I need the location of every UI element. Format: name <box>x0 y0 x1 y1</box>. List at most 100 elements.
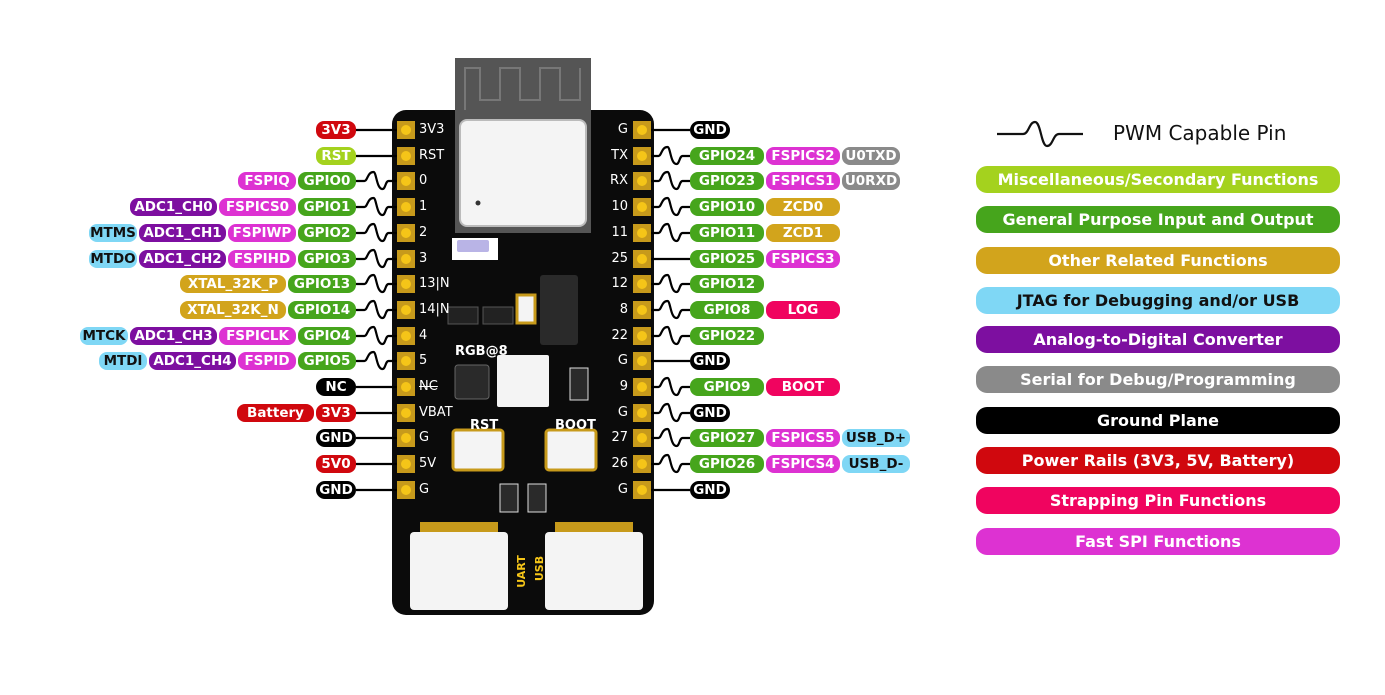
pin-label-other: ZCD0 <box>766 198 840 216</box>
silk-usb: USB <box>533 555 547 582</box>
pwm-wave-icon <box>356 350 397 371</box>
pin-label-strapping: BOOT <box>766 378 840 396</box>
pin-pad <box>633 224 651 242</box>
pin-label-ground: GND <box>690 352 730 370</box>
silk-pin-label: NC <box>419 379 438 394</box>
pwm-wave-icon <box>356 273 397 294</box>
pin-pad <box>633 481 651 499</box>
pin-label-ground: GND <box>690 404 730 422</box>
pin-pad <box>397 198 415 216</box>
silk-pin-label: 12 <box>611 276 628 291</box>
pin-label-power: 3V3 <box>316 404 356 422</box>
pin-pad <box>633 147 651 165</box>
pin-label-adc: ADC1_CH2 <box>139 250 226 268</box>
pin-pad <box>397 121 415 139</box>
pin-pad <box>397 224 415 242</box>
pin-pad <box>633 172 651 190</box>
pin-label-gpio: GPIO11 <box>690 224 764 242</box>
silk-pin-label: 27 <box>611 430 628 445</box>
diode <box>515 293 537 325</box>
pin-label-gpio: GPIO2 <box>298 224 356 242</box>
pin-label-fspi: FSPIWP <box>228 224 296 242</box>
pin-pad <box>397 481 415 499</box>
pwm-wave-icon <box>356 325 397 346</box>
pwm-wave-icon <box>356 196 397 217</box>
pin-label-gpio: GPIO1 <box>298 198 356 216</box>
pin-label-other: XTAL_32K_P <box>180 275 286 293</box>
module-dot <box>475 200 481 206</box>
pin-label-serial: U0RXD <box>842 172 900 190</box>
pin-label-misc: RST <box>316 147 356 165</box>
pin-label-power: Battery <box>237 404 314 422</box>
pin-pad <box>397 301 415 319</box>
usb-c-uart-pins <box>420 522 498 532</box>
silk-rgb: RGB@8 <box>455 344 508 359</box>
pin-pad <box>397 147 415 165</box>
pin-pad <box>633 301 651 319</box>
pin-label-strapping: LOG <box>766 301 840 319</box>
legend-item-misc: Miscellaneous/Secondary Functions <box>976 166 1340 193</box>
boot-button[interactable] <box>544 428 598 472</box>
sticker-label <box>457 240 489 252</box>
pin-pad <box>633 455 651 473</box>
sot-chip-right <box>482 306 514 325</box>
silk-pin-label: 4 <box>419 328 428 343</box>
pwm-wave-icon <box>651 196 690 217</box>
pin-label-fspi: FSPID <box>238 352 296 370</box>
usb-c-usb-port[interactable] <box>545 532 643 610</box>
pin-pad <box>397 429 415 447</box>
silk-pin-label: G <box>617 405 628 420</box>
pwm-wave-icon <box>651 170 690 191</box>
pin-pad <box>397 327 415 345</box>
diode-3 <box>499 483 519 513</box>
legend-item-strapping: Strapping Pin Functions <box>976 487 1340 514</box>
pin-label-gpio: GPIO25 <box>690 250 764 268</box>
rst-button[interactable] <box>451 428 505 472</box>
pwm-wave-icon <box>651 145 690 166</box>
silk-pin-label: 2 <box>419 225 428 240</box>
pwm-wave-icon <box>651 453 690 474</box>
pin-label-gpio: GPIO3 <box>298 250 356 268</box>
usb-c-uart-port[interactable] <box>410 532 508 610</box>
pin-label-gpio: GPIO0 <box>298 172 356 190</box>
pin-pad <box>397 275 415 293</box>
diode-4 <box>527 483 547 513</box>
pin-pad <box>397 455 415 473</box>
pin-pad <box>633 198 651 216</box>
pin-pad <box>397 404 415 422</box>
pin-label-gpio: GPIO8 <box>690 301 764 319</box>
pin-label-fspi: FSPICLK <box>219 327 296 345</box>
pwm-wave-icon <box>997 120 1083 148</box>
silk-pin-label: 0 <box>419 173 428 188</box>
pwm-wave-icon <box>356 248 397 269</box>
pin-label-fspi: FSPICS4 <box>766 455 840 473</box>
pin-label-other: ZCD1 <box>766 224 840 242</box>
pin-label-jtag: MTMS <box>89 224 137 242</box>
silk-pin-label: G <box>617 482 628 497</box>
pin-label-gpio: GPIO23 <box>690 172 764 190</box>
legend-item-other: Other Related Functions <box>976 247 1340 274</box>
silk-pin-label: 9 <box>619 379 628 394</box>
sot-chip-left <box>447 306 479 325</box>
silk-pin-label: RX <box>610 173 628 188</box>
rgb-led <box>497 355 549 407</box>
pin-label-fspi: FSPIHD <box>228 250 296 268</box>
pin-pad <box>633 121 651 139</box>
pwm-wave-icon <box>356 299 397 320</box>
pin-label-gpio: GPIO14 <box>288 301 356 319</box>
pin-label-gpio: GPIO13 <box>288 275 356 293</box>
pin-label-jtag: USB_D- <box>842 455 910 473</box>
pin-label-ground: NC <box>316 378 356 396</box>
pin-pad <box>633 327 651 345</box>
legend-item-serial: Serial for Debug/Programming <box>976 366 1340 393</box>
pin-pad <box>633 275 651 293</box>
silk-pin-label: 1 <box>419 199 428 214</box>
silk-pin-label: 5V <box>419 456 437 471</box>
pin-label-jtag: USB_D+ <box>842 429 910 447</box>
pin-pad <box>633 352 651 370</box>
legend-item-power: Power Rails (3V3, 5V, Battery) <box>976 447 1340 474</box>
pwm-wave-icon <box>651 273 690 294</box>
pin-label-ground: GND <box>690 481 730 499</box>
pin-label-gpio: GPIO10 <box>690 198 764 216</box>
pin-label-adc: ADC1_CH3 <box>130 327 217 345</box>
